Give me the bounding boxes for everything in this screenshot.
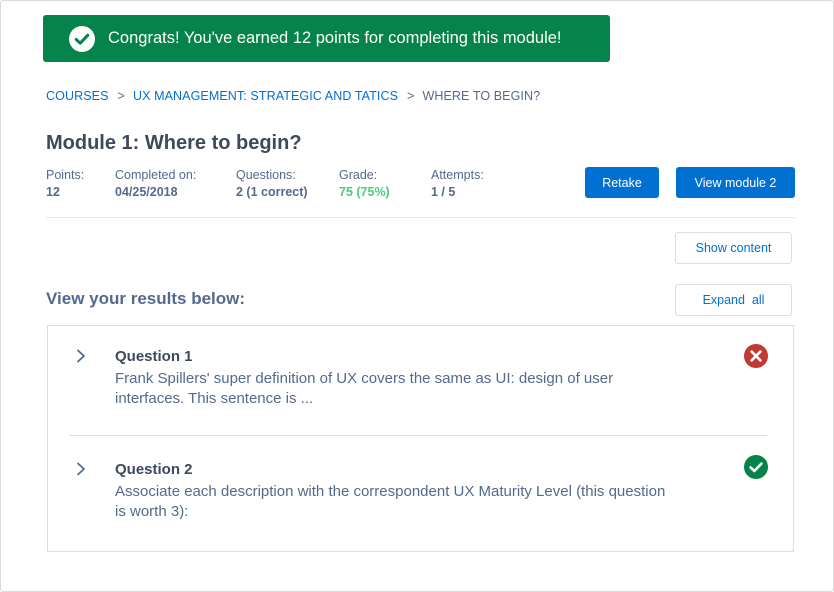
close-icon[interactable] xyxy=(614,28,634,48)
section-divider xyxy=(46,217,795,218)
stat-value: 12 xyxy=(46,185,60,199)
stat-points: Points: 12 xyxy=(46,168,84,199)
results-heading: View your results below: xyxy=(46,289,246,308)
page-title: Module 1: Where to begin? xyxy=(46,132,302,155)
question-title: Question 2 xyxy=(115,461,193,478)
breadcrumb: COURSES > UX MANAGEMENT: STRATEGIC AND TAT… xyxy=(46,89,540,103)
success-check-icon xyxy=(69,26,95,52)
view-module-2-button[interactable]: View module 2 xyxy=(676,167,795,198)
breadcrumb-separator: > xyxy=(407,89,415,103)
stat-label: Completed on: xyxy=(115,168,197,182)
stat-label: Points: xyxy=(46,168,85,182)
module-prefix: Module 1: xyxy=(46,132,145,154)
stat-value: 75 (75%) xyxy=(339,185,390,199)
expand-all-button[interactable]: Expand all xyxy=(675,284,792,316)
stat-label: Grade: xyxy=(339,168,378,182)
retake-button[interactable]: Retake xyxy=(585,167,659,198)
breadcrumb-courses-link[interactable]: COURSES xyxy=(46,89,109,103)
results-panel: Question 1 Frank Spillers' super definit… xyxy=(47,325,794,552)
question-divider xyxy=(69,435,767,436)
stat-label: Attempts: xyxy=(431,168,484,182)
stat-value: 2 (1 correct) xyxy=(236,185,308,199)
show-content-button[interactable]: Show content xyxy=(675,232,792,264)
stat-attempts: Attempts: 1 / 5 xyxy=(431,168,484,199)
stat-value: 04/25/2018 xyxy=(115,185,178,199)
breadcrumb-course-link[interactable]: UX MANAGEMENT: STRATEGIC AND TATICS xyxy=(133,89,398,103)
stat-value: 1 / 5 xyxy=(431,185,456,199)
toast-message: Congrats! You've earned 12 points for co… xyxy=(108,29,562,47)
breadcrumb-current: WHERE TO BEGIN? xyxy=(422,89,541,103)
success-check-icon xyxy=(744,455,768,479)
question-text: Associate each description with the corr… xyxy=(115,483,666,520)
breadcrumb-separator: > xyxy=(117,89,125,103)
chevron-right-icon[interactable] xyxy=(74,462,88,476)
module-name: Where to begin? xyxy=(144,132,302,154)
error-x-icon xyxy=(744,344,768,368)
question-text: Frank Spillers' super definition of UX c… xyxy=(115,370,614,407)
stat-questions: Questions: 2 (1 correct) xyxy=(236,168,308,199)
chevron-right-icon[interactable] xyxy=(74,349,88,363)
question-title: Question 1 xyxy=(115,348,193,365)
success-toast: Congrats! You've earned 12 points for co… xyxy=(43,15,634,62)
stat-label: Questions: xyxy=(236,168,296,182)
stat-completed: Completed on: 04/25/2018 xyxy=(115,168,196,199)
stat-grade: Grade: 75 (75%) xyxy=(339,168,390,199)
